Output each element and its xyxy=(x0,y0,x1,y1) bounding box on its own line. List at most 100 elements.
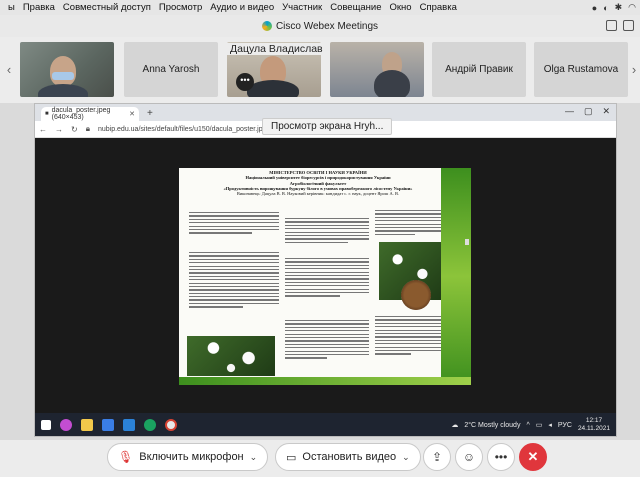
stop-video-label: Остановить видео xyxy=(302,451,397,463)
participant-tile-1[interactable]: Anna Yarosh xyxy=(124,42,218,97)
taskbar-app-icon-2[interactable] xyxy=(102,419,114,431)
participant-name-1: Anna Yarosh xyxy=(142,64,200,75)
participant-tile-3[interactable]: Olga Rustamova xyxy=(534,42,628,97)
image-viewer: МІНІСТЕРСТВО ОСВІТИ І НАУКИ УКРАЇНИ Наці… xyxy=(35,138,616,413)
new-tab-button[interactable]: + xyxy=(147,107,153,121)
poster-authors: Виконавець: Дацула В. В. Науковий керівн… xyxy=(236,191,400,197)
browser-tab[interactable]: ■ dacula_poster.jpeg (640×453) ✕ xyxy=(41,107,139,121)
menu-item-audio-video[interactable]: Аудио и видео xyxy=(210,2,274,13)
taskbar-clock[interactable]: 12:17 24.11.2021 xyxy=(578,417,610,433)
poster-text-block-2 xyxy=(189,252,279,310)
weather-icon: ☁ xyxy=(451,422,459,429)
screen-share-label[interactable]: Просмотр экрана Hryh... xyxy=(262,118,393,135)
lock-icon: 🔒︎ xyxy=(85,124,90,133)
stop-video-button[interactable]: ▭ Остановить видео ⌄ xyxy=(275,443,421,471)
participant-body-2 xyxy=(374,70,410,97)
participant-video-1[interactable] xyxy=(20,42,114,97)
url-field[interactable]: nubip.edu.ua/sites/default/files/u150/da… xyxy=(98,126,270,133)
back-icon[interactable]: ← xyxy=(39,125,47,134)
mask-icon xyxy=(52,72,74,80)
taskbar-app-icon-3[interactable] xyxy=(123,419,135,431)
tab-title: dacula_poster.jpeg (640×453) xyxy=(51,107,111,121)
menu-item-help[interactable]: Справка xyxy=(420,2,457,13)
shared-browser-window: ■ dacula_poster.jpeg (640×453) ✕ + — ▢ ✕… xyxy=(34,103,617,437)
close-icon: ✕ xyxy=(527,449,539,464)
tray-chevron-icon[interactable]: ^ xyxy=(526,422,529,429)
participant-body-1 xyxy=(38,84,88,97)
presenter-name: Дацула Владислав xyxy=(226,43,327,55)
shared-screen-area: Просмотр экрана Hryh... ■ dacula_poster.… xyxy=(0,103,640,440)
menu-item-view[interactable]: Просмотр xyxy=(159,2,202,13)
share-content-button[interactable]: ⇪ xyxy=(423,443,451,471)
fullscreen-icon[interactable] xyxy=(623,20,634,31)
status-icon-2[interactable]: ◐ xyxy=(603,3,608,13)
chevron-left-icon[interactable]: ‹ xyxy=(2,61,16,79)
menu-item-participant[interactable]: Участник xyxy=(282,2,322,13)
minimize-icon[interactable]: — xyxy=(565,106,574,117)
meeting-controls: 🎙︎ Включить микрофон ⌄ ▭ Остановить виде… xyxy=(0,440,640,477)
participant-strip: ‹ Anna Yarosh Дацула Владислав ••• Андрі… xyxy=(0,37,640,103)
poster-text-block-3 xyxy=(285,218,369,245)
poster-green-bottom xyxy=(179,377,471,385)
chevron-down-icon[interactable]: ⌄ xyxy=(250,452,258,463)
chrome-icon[interactable] xyxy=(165,419,177,431)
chevron-right-icon[interactable]: › xyxy=(627,61,640,79)
menu-item-meeting[interactable]: Совещание xyxy=(330,2,381,13)
menu-item-share[interactable]: Совместный доступ xyxy=(63,2,151,13)
windows-taskbar: ☁ 2°C Mostly cloudy ^ ▭ ◂ РУС 12:17 24.1… xyxy=(35,413,616,436)
taskbar-app-icon-1[interactable] xyxy=(60,419,72,431)
poster-text-block-1 xyxy=(189,212,279,236)
forward-icon[interactable]: → xyxy=(55,125,63,134)
wifi-icon[interactable]: ◠ xyxy=(628,2,636,13)
window-title: Cisco Webex Meetings xyxy=(275,20,379,32)
weather-text: 2°C Mostly cloudy xyxy=(464,421,521,429)
taskbar-date: 24.11.2021 xyxy=(577,425,610,432)
poster-text-block-4 xyxy=(285,258,369,299)
poster-green-stripe xyxy=(441,168,471,385)
windows-start-icon[interactable] xyxy=(41,420,51,430)
maximize-icon[interactable]: ▢ xyxy=(584,106,593,117)
participant-name-3: Olga Rustamova xyxy=(543,64,619,75)
smiley-icon: ☺ xyxy=(462,450,476,464)
taskbar-time: 12:17 xyxy=(585,417,603,424)
more-icon: ••• xyxy=(494,450,508,464)
layout-icon[interactable] xyxy=(606,20,617,31)
chevron-down-icon[interactable]: ⌄ xyxy=(402,452,410,463)
participant-name-2: Андрій Правик xyxy=(445,64,513,75)
more-options-button[interactable]: ••• xyxy=(236,73,254,91)
poster-text-block-7 xyxy=(375,316,441,357)
volume-icon[interactable]: ◂ xyxy=(548,421,552,429)
participant-tile-2[interactable]: Андрій Правик xyxy=(432,42,526,97)
menu-item-window[interactable]: Окно xyxy=(390,2,412,13)
poster-text-block-6 xyxy=(375,210,441,237)
file-explorer-icon[interactable] xyxy=(81,419,93,431)
poster-photo-flowers xyxy=(187,336,275,376)
more-button[interactable]: ••• xyxy=(487,443,515,471)
unmute-label: Включить микрофон xyxy=(139,451,244,463)
poster-heading: МІНІСТЕРСТВО ОСВІТИ І НАУКИ УКРАЇНИ Наці… xyxy=(183,170,453,196)
webex-logo-icon xyxy=(261,21,272,31)
presenter-body xyxy=(247,80,299,97)
tab-close-icon[interactable]: ✕ xyxy=(129,110,135,118)
video-camera-icon: ▭ xyxy=(286,451,297,464)
poster-photo-seeds xyxy=(401,280,431,310)
menu-bar: ы Правка Совместный доступ Просмотр Ауди… xyxy=(0,0,640,15)
participant-video-2[interactable] xyxy=(330,42,424,97)
bluetooth-icon[interactable]: ✱ xyxy=(615,2,623,13)
menu-item-edit[interactable]: Правка xyxy=(23,2,55,13)
menu-item-file[interactable]: ы xyxy=(8,2,15,13)
reactions-button[interactable]: ☺ xyxy=(455,443,483,471)
close-icon[interactable]: ✕ xyxy=(602,106,610,117)
taskbar-app-icon-4[interactable] xyxy=(144,419,156,431)
window-title-bar: Cisco Webex Meetings xyxy=(0,15,640,37)
language-indicator[interactable]: РУС xyxy=(558,422,572,429)
poster-text-block-5 xyxy=(285,320,369,361)
reload-icon[interactable]: ↻ xyxy=(71,125,78,134)
network-icon[interactable]: ▭ xyxy=(536,421,543,429)
unmute-microphone-button[interactable]: 🎙︎ Включить микрофон ⌄ xyxy=(107,443,269,471)
microphone-muted-icon: 🎙︎ xyxy=(118,450,134,464)
status-icon-1[interactable]: ● xyxy=(592,3,597,13)
end-call-button[interactable]: ✕ xyxy=(519,443,547,471)
poster-image: МІНІСТЕРСТВО ОСВІТИ І НАУКИ УКРАЇНИ Наці… xyxy=(179,168,471,385)
mouse-cursor-icon xyxy=(465,239,469,245)
